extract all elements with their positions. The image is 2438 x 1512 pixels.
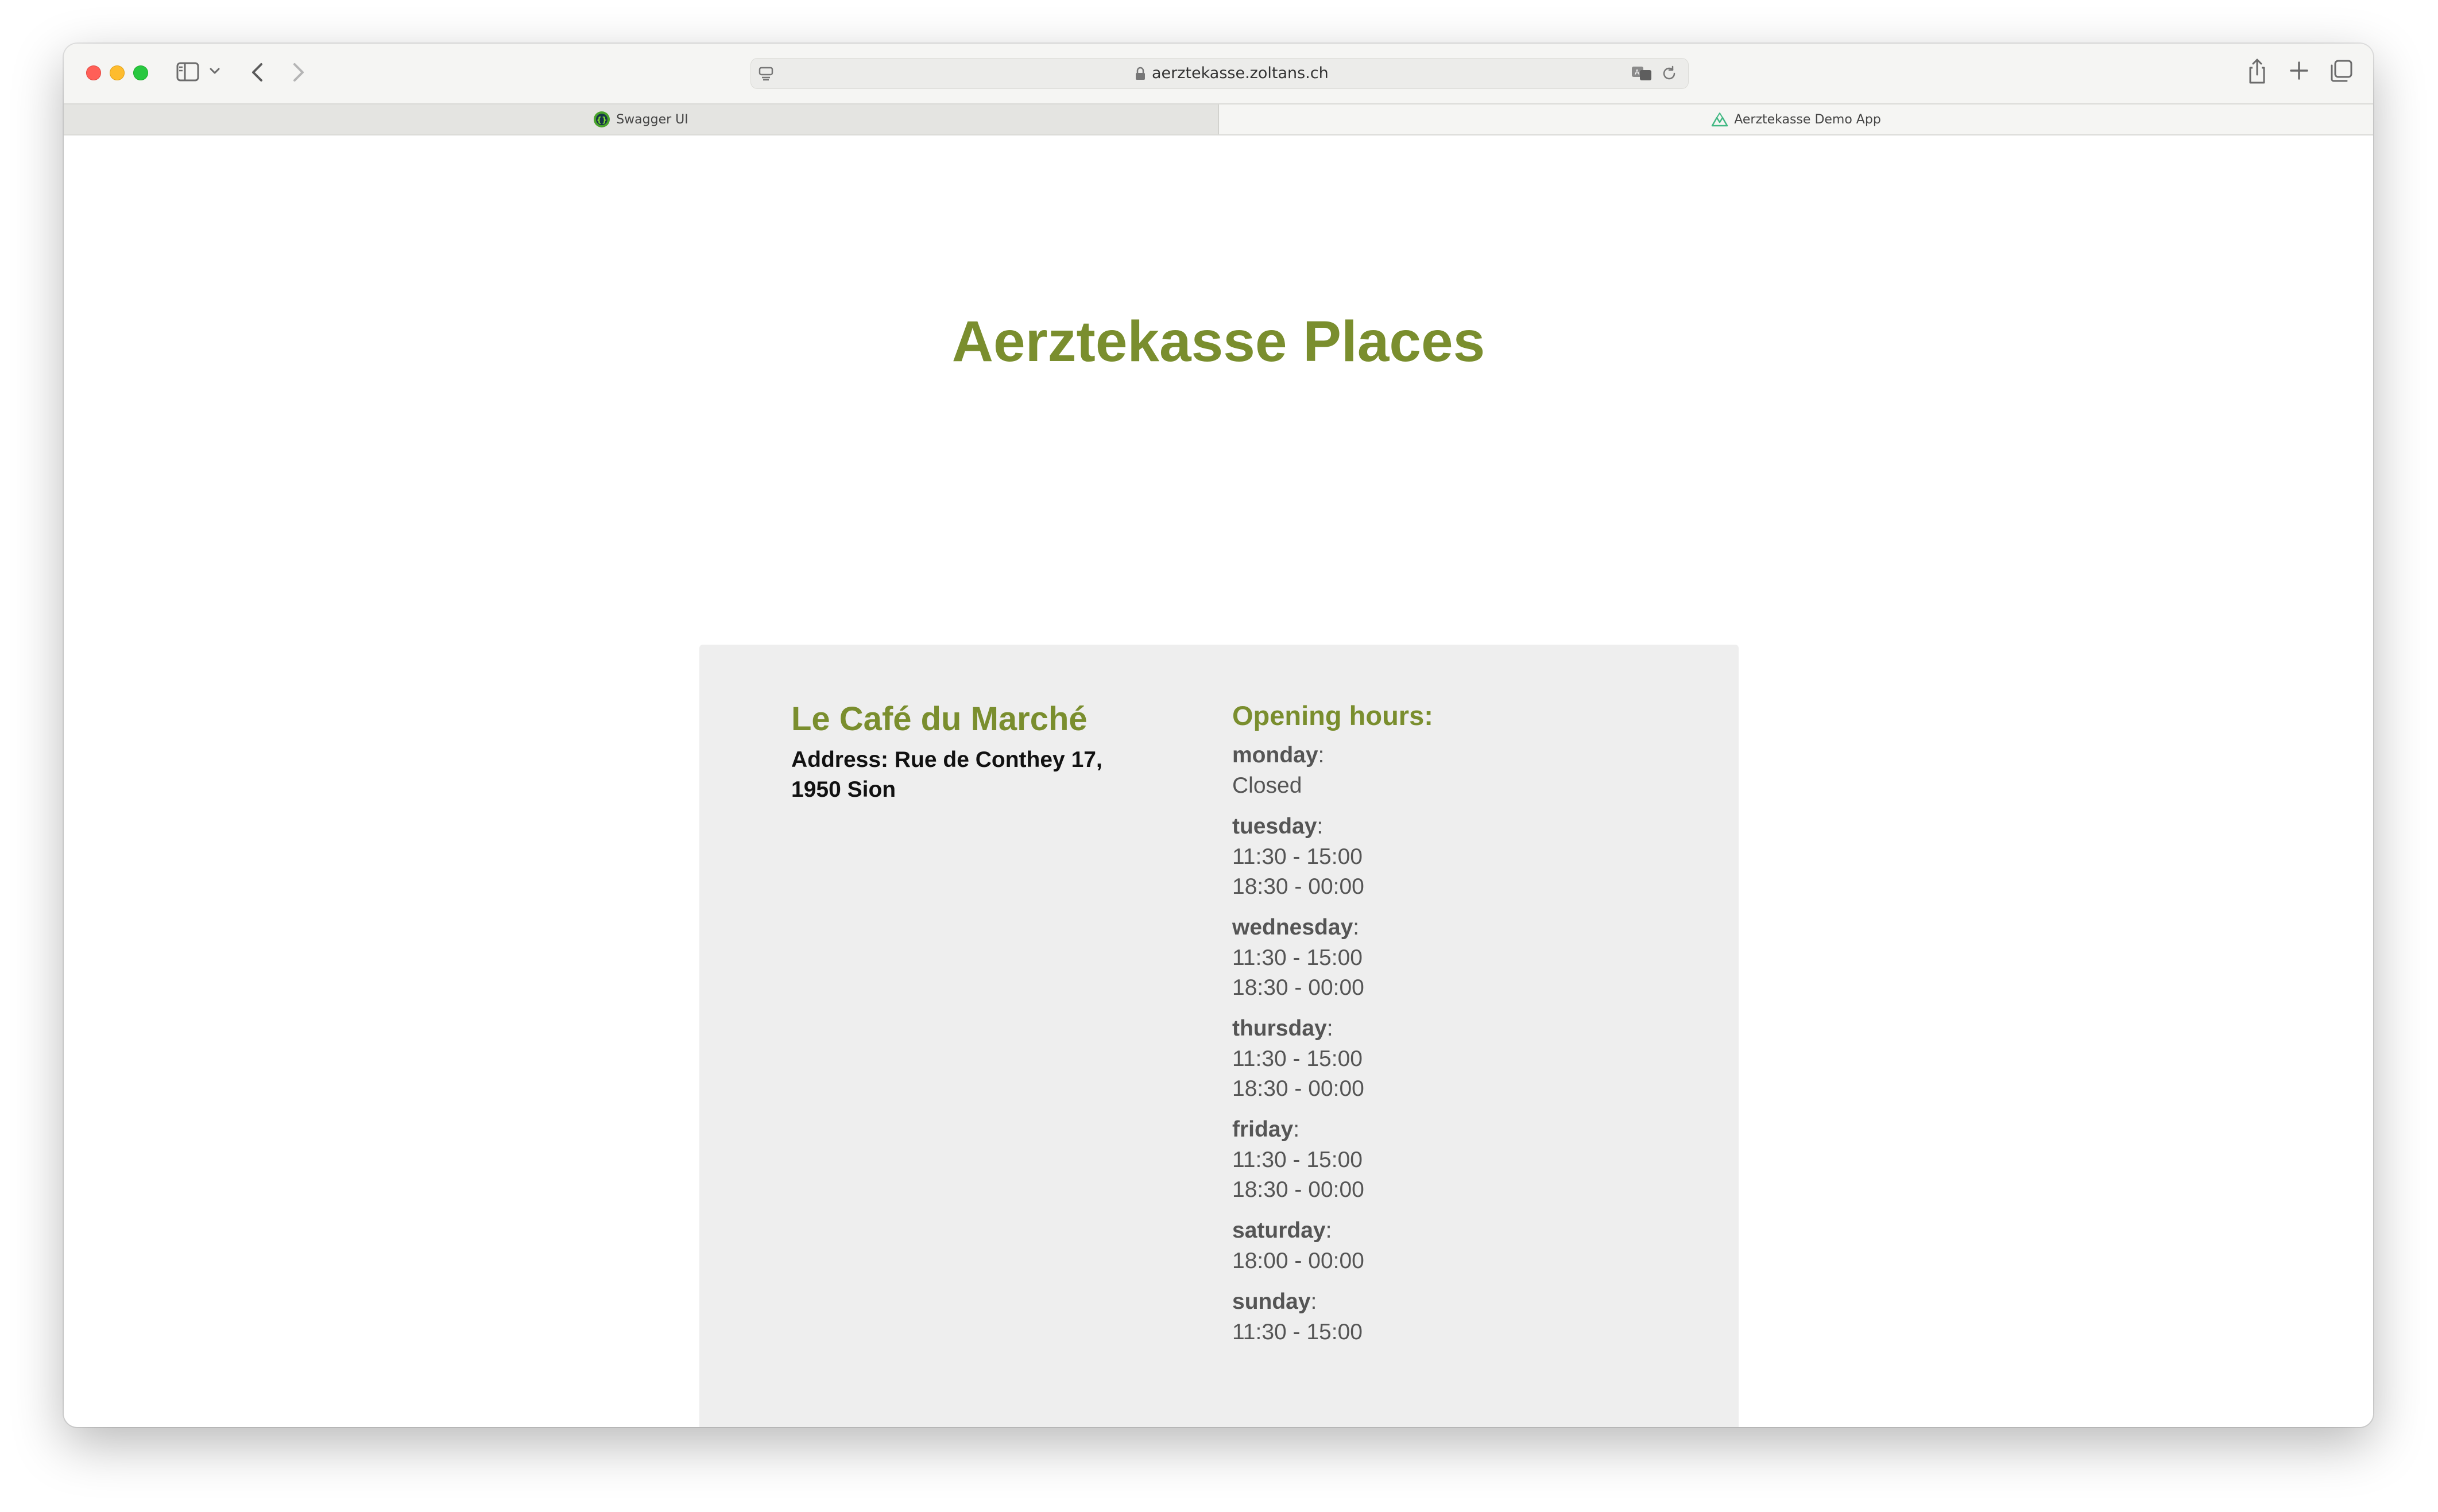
day-label: wednesday <box>1232 915 1353 940</box>
tab-overview-icon[interactable] <box>2328 59 2354 84</box>
day-label: thursday <box>1232 1016 1327 1041</box>
opening-hours: Opening hours: monday: Closed tuesday: 11:3… <box>1232 700 1646 1358</box>
chevron-down-icon[interactable] <box>208 63 221 79</box>
swagger-icon: {} <box>593 111 610 128</box>
time-slot: 11:30 - 15:00 <box>1232 844 1363 869</box>
vue-icon <box>1711 111 1728 128</box>
time-slot: Closed <box>1232 773 1302 798</box>
back-arrow-icon[interactable] <box>247 61 268 84</box>
zoom-window-button[interactable] <box>133 65 148 80</box>
day-label: friday <box>1232 1117 1294 1142</box>
browser-toolbar: aerztekasse.zoltans.ch A <box>64 44 2373 103</box>
reload-icon[interactable] <box>1661 65 1678 82</box>
opening-hours-day: tuesday: 11:30 - 15:00 18:30 - 00:00 <box>1232 811 1646 902</box>
day-label: monday <box>1232 743 1318 767</box>
opening-hours-list: monday: Closed tuesday: 11:30 - 15:00 18:30 … <box>1232 740 1646 1347</box>
translate-icon[interactable]: A <box>1631 64 1654 83</box>
address-bar[interactable]: aerztekasse.zoltans.ch A <box>750 58 1689 89</box>
time-slot: 11:30 - 15:00 <box>1232 1046 1363 1071</box>
day-name: friday: <box>1232 1117 1300 1142</box>
svg-text:A: A <box>1635 68 1640 76</box>
opening-hours-day: friday: 11:30 - 15:00 18:30 - 00:00 <box>1232 1114 1646 1205</box>
tab-aerztekasse-demo-app[interactable]: Aerztekasse Demo App <box>1219 104 2373 134</box>
opening-hours-day: monday: Closed <box>1232 740 1646 801</box>
page-title: Aerztekasse Places <box>951 309 1485 374</box>
tab-label: Swagger UI <box>616 112 688 127</box>
opening-hours-title: Opening hours: <box>1232 700 1433 731</box>
opening-hours-day: saturday: 18:00 - 00:00 <box>1232 1215 1646 1276</box>
opening-hours-day: thursday: 11:30 - 15:00 18:30 - 00:00 <box>1232 1013 1646 1104</box>
forward-arrow-icon[interactable] <box>288 61 308 84</box>
time-slot: 18:30 - 00:00 <box>1232 975 1364 1000</box>
lock-icon <box>1135 67 1146 80</box>
day-name: saturday: <box>1232 1218 1332 1243</box>
sidebar-toggle-icon[interactable] <box>176 62 199 82</box>
time-slot: 18:30 - 00:00 <box>1232 1177 1364 1202</box>
opening-hours-day: wednesday: 11:30 - 15:00 18:30 - 00:00 <box>1232 912 1646 1003</box>
time-slot: 11:30 - 15:00 <box>1232 1147 1363 1172</box>
time-slot: 18:30 - 00:00 <box>1232 874 1364 899</box>
opening-hours-day: sunday: 11:30 - 15:00 <box>1232 1286 1646 1347</box>
share-icon[interactable] <box>2246 56 2269 85</box>
place-address: Address: Rue de Conthey 17, 1950 Sion <box>791 747 1102 802</box>
tab-bar: {} Swagger UI × Aerztekasse Demo App <box>64 103 2373 135</box>
time-slot: 11:30 - 15:00 <box>1232 945 1363 970</box>
day-name: wednesday: <box>1232 915 1360 940</box>
time-slot: 18:00 - 00:00 <box>1232 1249 1364 1273</box>
page-content: Aerztekasse Places Le Café du Marché Add… <box>64 135 2373 1427</box>
day-label: tuesday <box>1232 814 1317 839</box>
day-name: thursday: <box>1232 1016 1333 1041</box>
day-name: monday: <box>1232 743 1325 767</box>
day-name: tuesday: <box>1232 814 1324 839</box>
url-text[interactable]: aerztekasse.zoltans.ch <box>1152 64 1329 83</box>
plus-icon[interactable] <box>2287 59 2311 83</box>
time-slot: 18:30 - 00:00 <box>1232 1076 1364 1101</box>
tab-label: Aerztekasse Demo App <box>1734 112 1881 127</box>
tab-swagger-ui[interactable]: {} Swagger UI <box>64 104 1219 134</box>
day-label: saturday <box>1232 1218 1326 1243</box>
minimize-window-button[interactable] <box>110 65 125 80</box>
day-label: sunday <box>1232 1289 1311 1314</box>
page-settings-icon[interactable] <box>758 65 774 82</box>
day-name: sunday: <box>1232 1289 1317 1314</box>
close-window-button[interactable] <box>86 65 101 80</box>
time-slot: 11:30 - 15:00 <box>1232 1320 1363 1344</box>
place-card: Le Café du Marché Address: Rue de Conthe… <box>699 645 1739 1427</box>
browser-window: aerztekasse.zoltans.ch A {} Swagger UI × <box>64 44 2373 1427</box>
svg-text:{}: {} <box>597 116 607 125</box>
place-name: Le Café du Marché <box>791 700 1088 738</box>
